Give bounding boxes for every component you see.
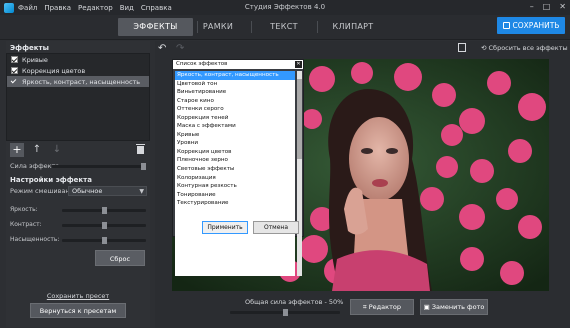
- saturation-label: Насыщенность:: [10, 236, 60, 243]
- tab-effects[interactable]: ЭФФЕКТЫ: [118, 18, 193, 36]
- list-item[interactable]: Текстурирование: [175, 199, 295, 208]
- overall-strength-label: Общая сила эффектов - 50%: [245, 298, 344, 306]
- effect-item-curves[interactable]: Кривые: [7, 54, 149, 65]
- list-item[interactable]: Оттенки серого: [175, 105, 295, 114]
- slider-knob[interactable]: [101, 207, 107, 214]
- slider-knob[interactable]: [282, 309, 288, 316]
- add-effect-button[interactable]: +: [10, 143, 24, 157]
- title-bar: Файл Правка Редактор Вид Справка Студия …: [0, 0, 570, 15]
- apply-button[interactable]: Применить: [202, 221, 248, 234]
- dialog-title: Список эффектов ✕: [173, 60, 303, 69]
- list-item[interactable]: Цветовой тон: [175, 80, 295, 89]
- effect-item-color-correction[interactable]: Коррекция цветов: [7, 65, 149, 76]
- close-icon[interactable]: ✕: [295, 61, 302, 68]
- tab-frames[interactable]: РАМКИ: [198, 18, 238, 36]
- list-item[interactable]: Коррекция теней: [175, 114, 295, 123]
- maximize-icon[interactable]: □: [543, 2, 551, 11]
- save-button[interactable]: СОХРАНИТЬ: [497, 17, 565, 34]
- brightness-slider[interactable]: [62, 207, 146, 214]
- menu-file[interactable]: Файл: [18, 4, 37, 12]
- trash-icon[interactable]: [136, 144, 145, 154]
- checkbox[interactable]: [11, 78, 18, 85]
- contrast-label: Контраст:: [10, 221, 42, 228]
- save-preset-link[interactable]: Сохранить пресет: [6, 292, 150, 300]
- effects-list: Кривые Коррекция цветов Яркость, контрас…: [6, 53, 150, 141]
- move-up-icon[interactable]: ↑: [30, 143, 44, 157]
- app-logo-icon: [4, 2, 14, 13]
- effects-list-dialog: Список эффектов ✕ Яркость, контраст, насы…: [172, 59, 304, 276]
- disk-icon: [502, 22, 510, 29]
- list-item[interactable]: Яркость, контраст, насыщенность: [175, 71, 295, 80]
- move-down-icon[interactable]: ↓: [50, 143, 64, 157]
- list-item[interactable]: Контурная резкость: [175, 182, 295, 191]
- reset-icon: ⟲: [481, 44, 489, 52]
- slider-knob[interactable]: [101, 237, 107, 244]
- contrast-slider[interactable]: [62, 222, 146, 229]
- menu-view[interactable]: Вид: [120, 4, 134, 12]
- list-item[interactable]: Тонирование: [175, 191, 295, 200]
- slider-knob[interactable]: [101, 222, 107, 229]
- checkbox[interactable]: [11, 56, 18, 63]
- effect-strength-slider[interactable]: [52, 163, 146, 170]
- menu-help[interactable]: Справка: [141, 4, 172, 12]
- scroll-thumb[interactable]: [297, 79, 302, 159]
- list-item[interactable]: Кривые: [175, 131, 295, 140]
- list-item[interactable]: Маска с эффектами: [175, 122, 295, 131]
- slider-knob[interactable]: [141, 163, 146, 170]
- menu-edit[interactable]: Правка: [44, 4, 71, 12]
- checkbox[interactable]: [11, 67, 18, 74]
- blend-mode-select[interactable]: Обычное ▼: [68, 186, 147, 196]
- editor-button[interactable]: ⌗ Редактор: [350, 299, 414, 315]
- undo-icon[interactable]: ↶: [158, 43, 166, 54]
- list-item[interactable]: Колоризация: [175, 174, 295, 183]
- list-item[interactable]: Световые эффекты: [175, 165, 295, 174]
- minimize-icon[interactable]: –: [530, 2, 534, 11]
- tab-bar: ЭФФЕКТЫ РАМКИ ТЕКСТ КЛИПАРТ: [0, 15, 570, 40]
- list-item[interactable]: Коррекция цветов: [175, 148, 295, 157]
- back-to-presets-button[interactable]: Вернуться к пресетам: [30, 303, 126, 318]
- overall-strength-slider[interactable]: [230, 309, 340, 316]
- reset-all-effects-button[interactable]: ⟲ Сбросить все эффекты: [481, 44, 568, 52]
- brightness-label: Яркость:: [10, 206, 38, 213]
- reset-button[interactable]: Сброс: [95, 250, 145, 266]
- list-item[interactable]: Виньетирование: [175, 88, 295, 97]
- chevron-down-icon: ▼: [139, 188, 144, 195]
- effects-heading: Эффекты: [10, 44, 49, 52]
- saturation-slider[interactable]: [62, 237, 146, 244]
- tab-text[interactable]: ТЕКСТ: [262, 18, 306, 36]
- menu-editor[interactable]: Редактор: [78, 4, 113, 12]
- close-icon[interactable]: ✕: [559, 2, 566, 11]
- effects-toolbar: + ↑ ↓: [6, 141, 150, 159]
- list-item[interactable]: Уровни: [175, 139, 295, 148]
- effect-item-brightness[interactable]: Яркость, контраст, насыщенность: [7, 76, 149, 87]
- dialog-effects-list: Яркость, контраст, насыщенность Цветовой…: [175, 71, 295, 276]
- list-item[interactable]: Старое кино: [175, 97, 295, 106]
- replace-photo-button[interactable]: ▣ Заменить фото: [420, 299, 488, 315]
- settings-heading: Настройки эффекта: [10, 176, 92, 184]
- tab-clipart[interactable]: КЛИПАРТ: [328, 18, 378, 36]
- redo-icon[interactable]: ↷: [176, 43, 184, 54]
- cancel-button[interactable]: Отмена: [253, 221, 299, 234]
- dialog-scrollbar[interactable]: [297, 71, 302, 276]
- image-icon: ▣: [423, 303, 432, 311]
- list-item[interactable]: Пленочное зерно: [175, 156, 295, 165]
- compare-icon[interactable]: [458, 43, 466, 52]
